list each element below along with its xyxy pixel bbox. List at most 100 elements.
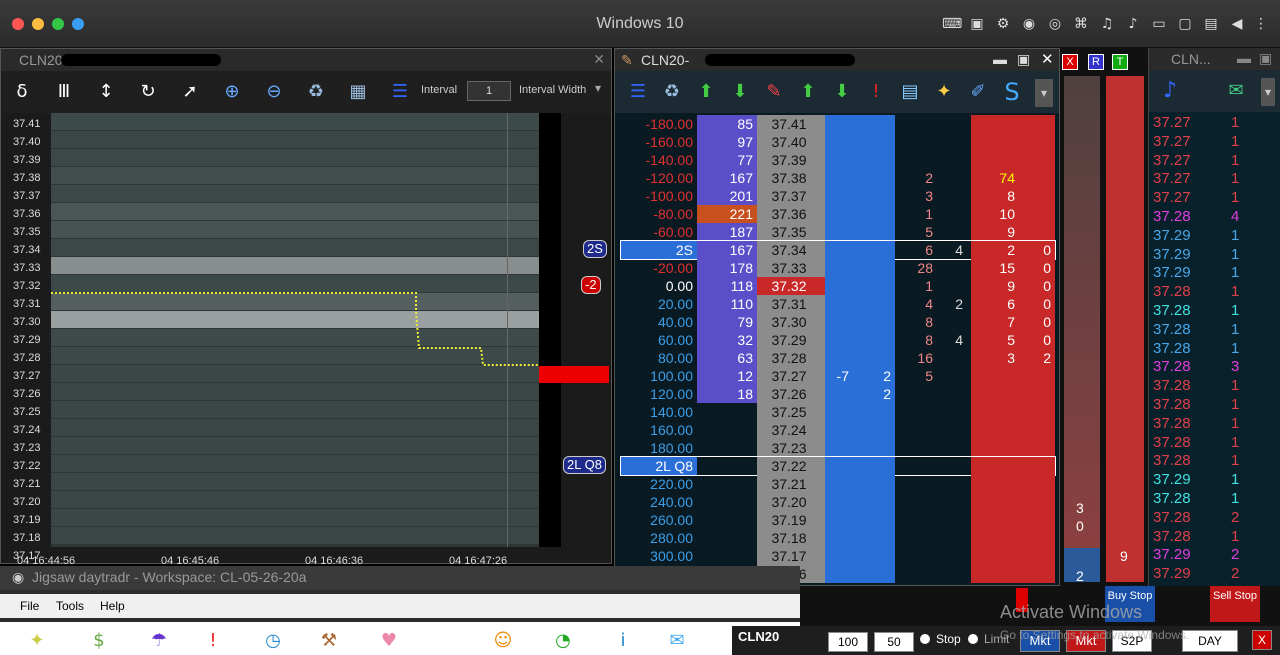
camera-icon[interactable]: ▢	[1176, 15, 1194, 33]
ladder-cell-ask[interactable]	[971, 493, 1019, 511]
ladder-cell-bid[interactable]: 201	[697, 187, 757, 205]
ladder-cell-c2[interactable]	[853, 547, 895, 565]
ladder-cell-ask2[interactable]: 0	[1019, 259, 1055, 277]
ladder-cell-pl[interactable]: -160.00	[621, 133, 697, 151]
ladder-cell-c4[interactable]	[937, 367, 967, 385]
r-button[interactable]: R	[1088, 54, 1104, 70]
ladder-cell-price[interactable]: 37.20	[757, 493, 825, 511]
ladder-cell-c1[interactable]	[825, 295, 853, 313]
ladder-cell-c2[interactable]	[853, 151, 895, 169]
ladder-cell-ask2[interactable]	[1019, 547, 1055, 565]
ladder-cell-c2[interactable]: 2	[853, 385, 895, 403]
center-icon[interactable]: ☰	[625, 79, 651, 105]
ladder-cell-pl[interactable]: 160.00	[621, 421, 697, 439]
s-icon[interactable]: S	[999, 79, 1025, 105]
ladder-cell-c3[interactable]	[901, 547, 937, 565]
ladder-cell-ask2[interactable]	[1019, 457, 1055, 475]
minimize-icon[interactable]: ▬	[993, 51, 1007, 67]
gauge-icon[interactable]: ◔	[550, 628, 576, 654]
ladder-cell-c1[interactable]	[825, 493, 853, 511]
clear-icon[interactable]: ✎	[761, 79, 787, 105]
ladder-cell-pl[interactable]: 220.00	[621, 475, 697, 493]
disc-icon[interactable]: ◉	[1020, 15, 1038, 33]
ladder-cell-c4[interactable]	[937, 565, 967, 583]
ladder-cell-ask[interactable]: 3	[971, 349, 1019, 367]
ladder-cell-c4[interactable]	[937, 403, 967, 421]
ladder-cell-c1[interactable]	[825, 439, 853, 457]
ladder-cell-price[interactable]: 37.19	[757, 511, 825, 529]
ladder-cell-price[interactable]: 37.32	[757, 277, 825, 295]
ladder-cell-price[interactable]: 37.39	[757, 151, 825, 169]
ladder-cell-pl[interactable]: 100.00	[621, 367, 697, 385]
ladder-cell-c4[interactable]: 2	[937, 295, 967, 313]
ladder-cell-c3[interactable]	[901, 439, 937, 457]
close-x-button[interactable]: X	[1062, 54, 1078, 70]
ladder-cell-ask[interactable]	[971, 529, 1019, 547]
ladder-cell-ask[interactable]	[971, 403, 1019, 421]
bulb-icon[interactable]: ✦	[931, 79, 957, 105]
ladder-cell-pl[interactable]: -60.00	[621, 223, 697, 241]
ladder-row[interactable]: 2L Q8 37.22	[620, 456, 1056, 476]
ladder-cell-ask2[interactable]	[1019, 223, 1055, 241]
chat-icon[interactable]: ✉	[664, 628, 690, 654]
ladder-cell-c4[interactable]	[937, 547, 967, 565]
ladder-cell-ask[interactable]	[971, 475, 1019, 493]
limit-radio[interactable]	[968, 634, 978, 644]
ladder-cell-pl[interactable]: 280.00	[621, 529, 697, 547]
ladder-cell-ask2[interactable]: 0	[1019, 277, 1055, 295]
ladder-cell-pl[interactable]: 0.00	[621, 277, 697, 295]
ladder-cell-c1[interactable]	[825, 151, 853, 169]
ladder-cell-c1[interactable]	[825, 331, 853, 349]
ladder-cell-pl[interactable]: -100.00	[621, 187, 697, 205]
ladder-cell-c4[interactable]	[937, 187, 967, 205]
ladder-cell-pl[interactable]: 20.00	[621, 295, 697, 313]
ladder-row[interactable]: -20.00 178 37.33 28 15 0	[621, 259, 1055, 277]
ladder-cell-ask[interactable]: 74	[971, 169, 1019, 187]
ladder-cell-price[interactable]: 37.38	[757, 169, 825, 187]
ladder-cell-c2[interactable]	[853, 169, 895, 187]
ladder-row[interactable]: 160.00 37.24	[621, 421, 1055, 439]
ladder-cell-c4[interactable]	[937, 511, 967, 529]
ladder-cell-c2[interactable]	[853, 277, 895, 295]
ladder-cell-c3[interactable]: 3	[901, 187, 937, 205]
ladder-row[interactable]: -80.00 221 37.36 1 10	[621, 205, 1055, 223]
ladder-cell-pl[interactable]: 2S	[621, 241, 697, 259]
ladder-cell-price[interactable]: 37.23	[757, 439, 825, 457]
ladder-cell-c2[interactable]	[853, 511, 895, 529]
ladder-row[interactable]: 100.00 12 37.27 -7 2 5	[621, 367, 1055, 385]
ladder-cell-c3[interactable]: 6	[901, 241, 937, 259]
ladder-cell-c2[interactable]	[853, 403, 895, 421]
ladder-cell-c3[interactable]	[901, 133, 937, 151]
ladder-cell-c1[interactable]	[825, 421, 853, 439]
ladder-cell-c1[interactable]	[825, 241, 853, 259]
ladder-cell-pl[interactable]: -20.00	[621, 259, 697, 277]
ladder-cell-c3[interactable]	[901, 493, 937, 511]
ladder-cell-ask[interactable]: 15	[971, 259, 1019, 277]
ladder-cell-c4[interactable]	[937, 223, 967, 241]
ladder-cell-c1[interactable]	[825, 115, 853, 133]
ladder-cell-ask[interactable]	[971, 133, 1019, 151]
back-arrow-icon[interactable]: ◀	[1228, 15, 1246, 33]
ladder-cell-c2[interactable]	[853, 223, 895, 241]
ladder-row[interactable]: 40.00 79 37.30 8 7 0	[621, 313, 1055, 331]
ladder-cell-c4[interactable]	[937, 439, 967, 457]
ladder-cell-c1[interactable]	[825, 403, 853, 421]
ladder-row[interactable]: 80.00 63 37.28 16 3 2	[621, 349, 1055, 367]
ladder-cell-c2[interactable]	[853, 133, 895, 151]
ladder-cell-ask[interactable]	[971, 115, 1019, 133]
ladder-cell-price[interactable]: 37.18	[757, 529, 825, 547]
menu-icon[interactable]: ⋮	[1252, 15, 1270, 33]
ladder-cell-ask2[interactable]	[1019, 133, 1055, 151]
ladder-cell-bid[interactable]: 118	[697, 277, 757, 295]
zoom-out-icon[interactable]: ⊖	[261, 79, 287, 105]
ladder-cell-c2[interactable]	[853, 241, 895, 259]
ladder-cell-c2[interactable]	[853, 313, 895, 331]
ladder-cell-ask[interactable]: 7	[971, 313, 1019, 331]
ladder-cell-ask[interactable]	[971, 151, 1019, 169]
ladder-cell-ask[interactable]: 8	[971, 187, 1019, 205]
ladder-cell-pl[interactable]: 260.00	[621, 511, 697, 529]
ladder-cell-c1[interactable]	[825, 313, 853, 331]
ladder-cell-ask2[interactable]	[1019, 475, 1055, 493]
lines-icon[interactable]: ☰	[387, 79, 413, 105]
quantity2-input[interactable]: 50	[874, 632, 914, 652]
